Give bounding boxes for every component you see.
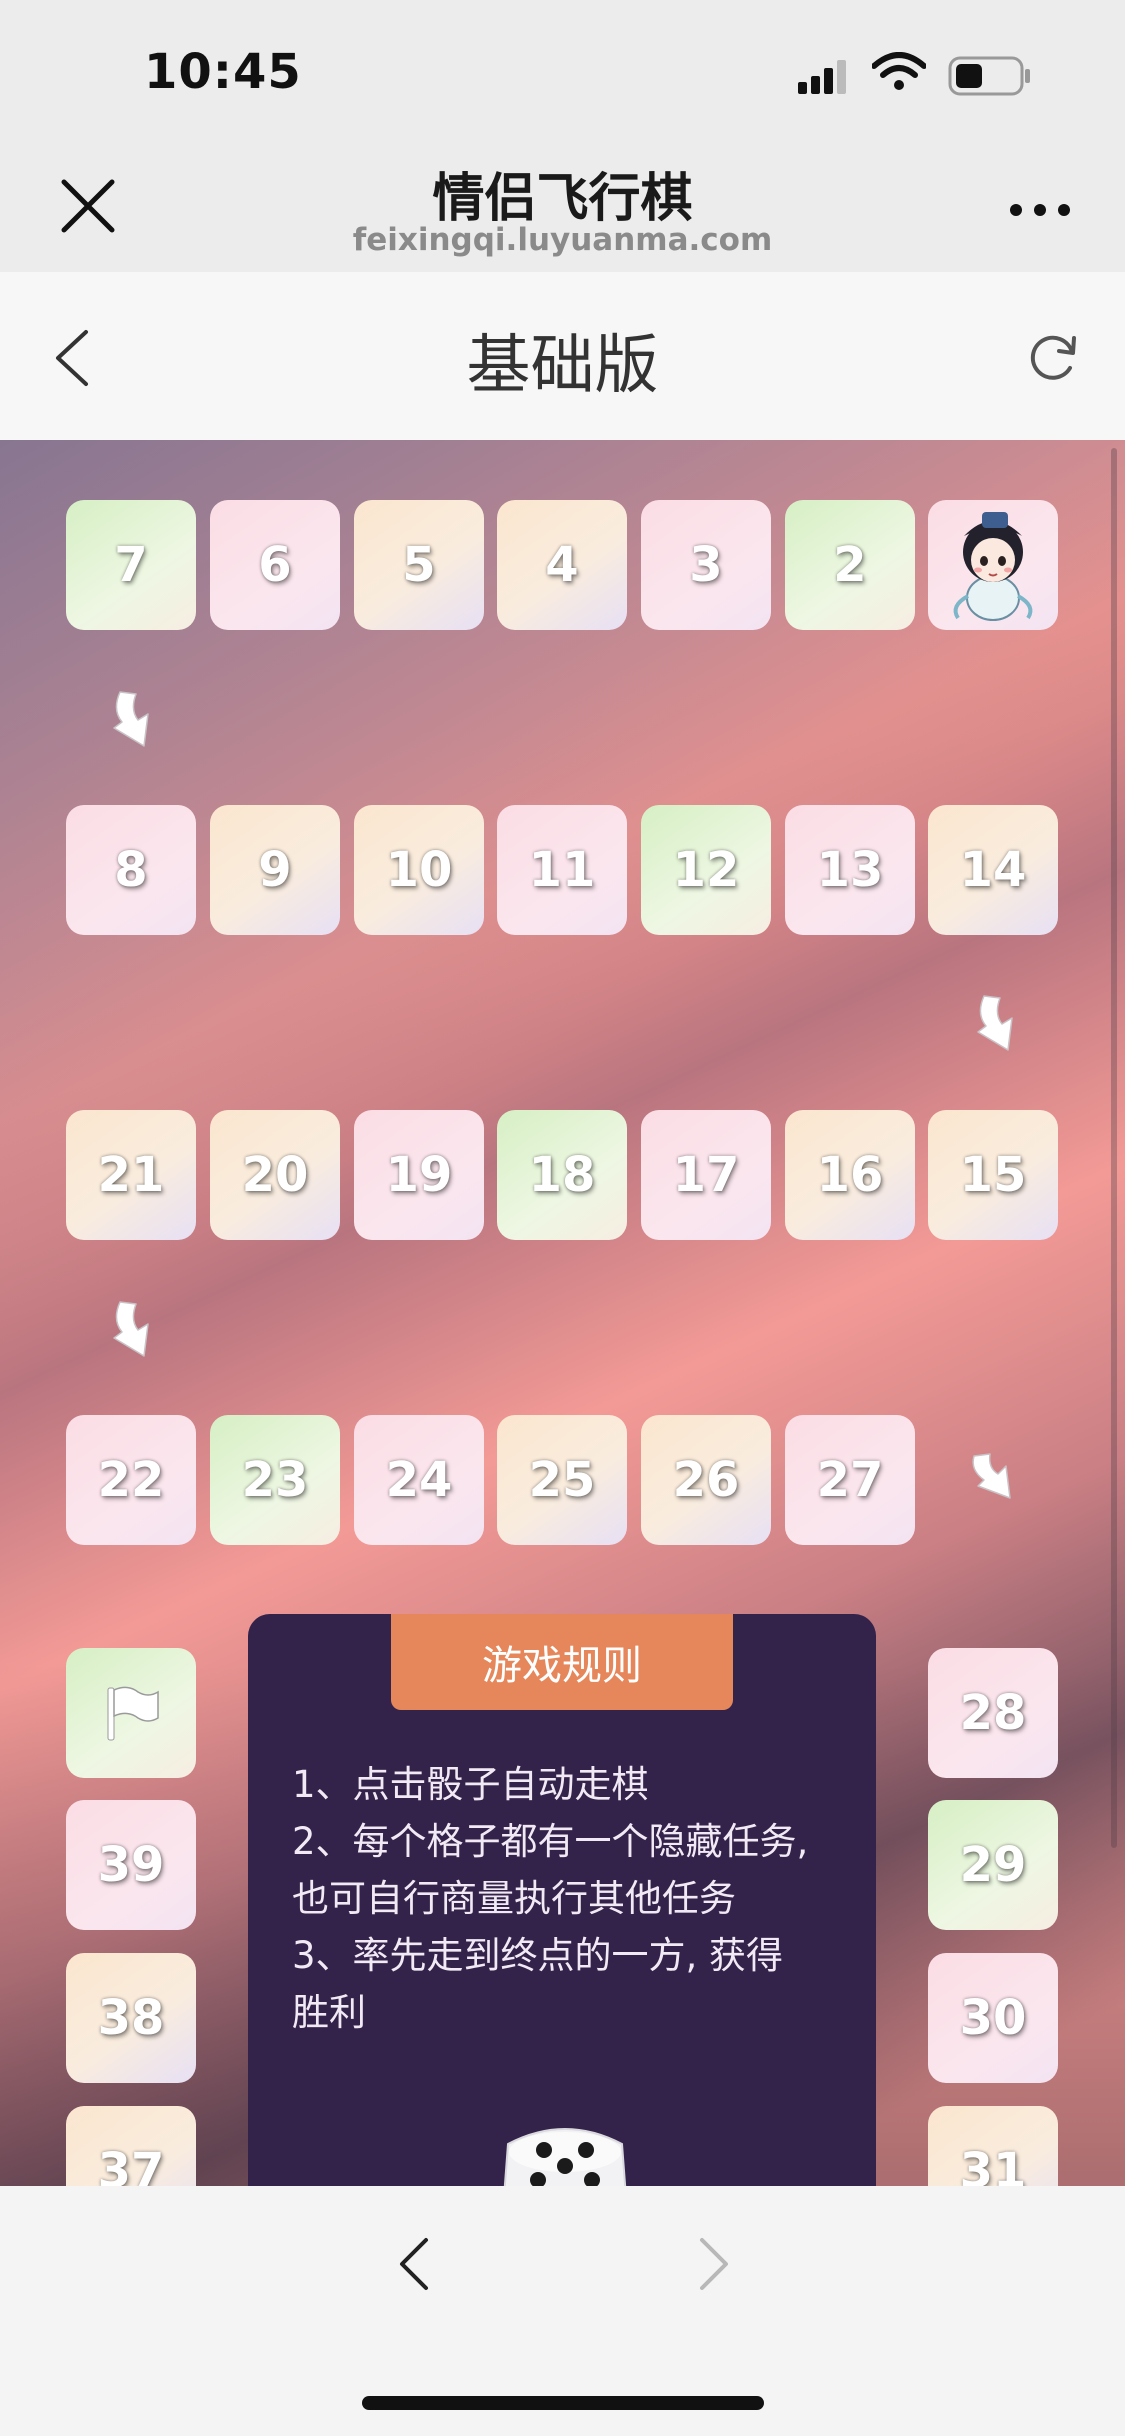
- home-indicator[interactable]: [362, 2396, 764, 2410]
- arrow-down-right-icon: [113, 691, 149, 747]
- board-tile[interactable]: 11: [497, 805, 627, 935]
- board-tile[interactable]: 16: [785, 1110, 915, 1240]
- page-url: feixingqi.luyuanma.com: [352, 222, 773, 258]
- board-tile[interactable]: 2: [785, 500, 915, 630]
- board-tile[interactable]: 14: [928, 805, 1058, 935]
- board-tile[interactable]: 18: [497, 1110, 627, 1240]
- board-tile-start[interactable]: [928, 500, 1058, 630]
- rule-line: 胜利: [292, 1991, 366, 2034]
- board-tile[interactable]: 22: [66, 1415, 196, 1545]
- board-tile[interactable]: 19: [354, 1110, 484, 1240]
- board-tile[interactable]: 29: [928, 1800, 1058, 1930]
- rule-line: 1、点击骰子自动走棋: [292, 1763, 649, 1806]
- board-tile[interactable]: 13: [785, 805, 915, 935]
- board-tile[interactable]: 10: [354, 805, 484, 935]
- page-header: 基础版: [0, 272, 1125, 440]
- browser-nav-bar: 情侣飞行棋 feixingqi.luyuanma.com: [0, 150, 1125, 272]
- board-tile[interactable]: 24: [354, 1415, 484, 1545]
- board-tile[interactable]: 26: [641, 1415, 771, 1545]
- board-tile[interactable]: 23: [210, 1415, 340, 1545]
- cellular-signal-icon: [798, 60, 846, 94]
- status-bar: 10:45: [0, 0, 1125, 150]
- board-tile[interactable]: 38: [66, 1953, 196, 2083]
- game-board: 7 6 5 4 3 2 8 9 10 11 12 13 14 21 20 19 …: [0, 440, 1125, 2186]
- more-icon[interactable]: [1008, 200, 1072, 220]
- board-tile[interactable]: 5: [354, 500, 484, 630]
- arrow-down-right-icon: [977, 995, 1013, 1051]
- rule-line: 2、每个格子都有一个隐藏任务,: [292, 1820, 809, 1863]
- board-tile-finish[interactable]: [66, 1648, 196, 1778]
- board-tile[interactable]: 25: [497, 1415, 627, 1545]
- board-tile[interactable]: 17: [641, 1110, 771, 1240]
- toolbar-back-icon[interactable]: [396, 2234, 432, 2294]
- board-tile[interactable]: 12: [641, 805, 771, 935]
- board-tile[interactable]: 39: [66, 1800, 196, 1930]
- board-tile[interactable]: 31: [928, 2106, 1058, 2186]
- browser-toolbar: [0, 2186, 1125, 2436]
- game-mode-title: 基础版: [466, 329, 659, 403]
- arrow-down-right-icon: [113, 1301, 149, 1357]
- board-tile[interactable]: 27: [785, 1415, 915, 1545]
- page-title: 情侣飞行棋: [432, 169, 693, 229]
- rules-panel: 游戏规则 1、点击骰子自动走棋 2、每个格子都有一个隐藏任务, 也可自行商量执行…: [248, 1614, 876, 2186]
- scrollbar[interactable]: [1111, 448, 1117, 1848]
- board-tile[interactable]: 6: [210, 500, 340, 630]
- refresh-icon[interactable]: [1026, 330, 1080, 384]
- player-avatar-icon: [953, 512, 1033, 621]
- rules-text: 1、点击骰子自动走棋 2、每个格子都有一个隐藏任务, 也可自行商量执行其他任务 …: [292, 1756, 852, 2041]
- board-tile[interactable]: 8: [66, 805, 196, 935]
- toolbar-forward-icon[interactable]: [696, 2234, 732, 2294]
- flag-icon: [107, 1686, 159, 1741]
- board-tile[interactable]: 21: [66, 1110, 196, 1240]
- rule-line: 也可自行商量执行其他任务: [292, 1877, 736, 1920]
- rules-title: 游戏规则: [391, 1614, 733, 1710]
- status-time: 10:45: [144, 44, 302, 100]
- board-tile[interactable]: 37: [66, 2106, 196, 2186]
- wifi-icon: [872, 52, 926, 90]
- board-tile[interactable]: 7: [66, 500, 196, 630]
- rule-line: 3、率先走到终点的一方, 获得: [292, 1934, 784, 1977]
- board-tile[interactable]: 15: [928, 1110, 1058, 1240]
- board-tile[interactable]: 28: [928, 1648, 1058, 1778]
- board-tile[interactable]: 4: [497, 500, 627, 630]
- board-tile[interactable]: 3: [641, 500, 771, 630]
- board-tile[interactable]: 9: [210, 805, 340, 935]
- dice-icon[interactable]: [488, 2104, 642, 2186]
- board-tile[interactable]: 20: [210, 1110, 340, 1240]
- arrow-down-right-icon: [972, 1453, 1011, 1499]
- board-tile[interactable]: 30: [928, 1953, 1058, 2083]
- battery-icon: [948, 56, 1030, 96]
